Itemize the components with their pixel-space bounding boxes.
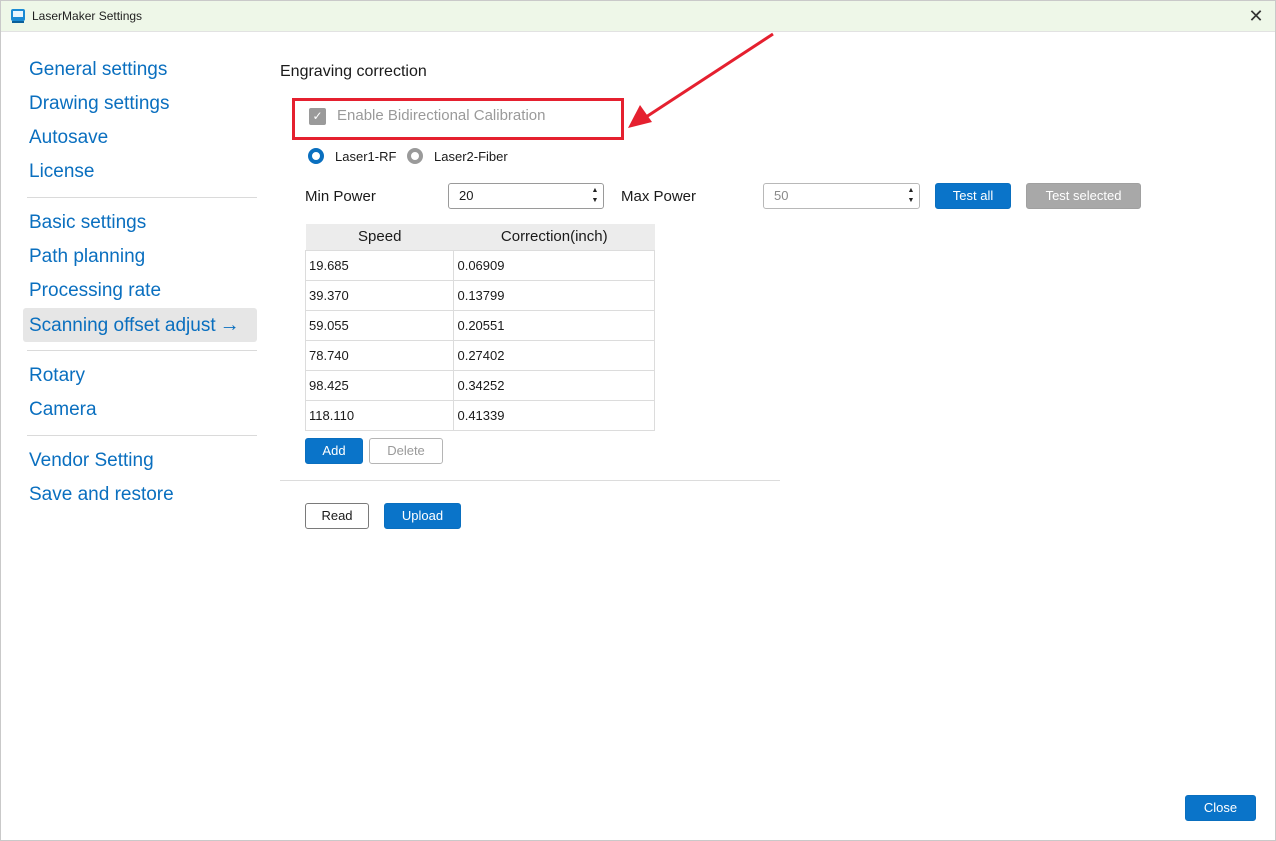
min-power-value: 20	[459, 188, 474, 203]
stepper-arrows-icon[interactable]: ▲ ▼	[906, 186, 916, 206]
max-power-value: 50	[774, 188, 789, 203]
laser2-fiber-label: Laser2-Fiber	[434, 149, 508, 164]
close-button[interactable]: Close	[1185, 795, 1256, 821]
correction-cell[interactable]: 0.06909	[453, 249, 655, 281]
laser1-rf-radio[interactable]	[308, 148, 324, 164]
correction-cell[interactable]: 0.13799	[453, 279, 655, 311]
table-row[interactable]: 78.740 0.27402	[304, 339, 655, 371]
test-selected-button[interactable]: Test selected	[1026, 183, 1141, 209]
test-all-button[interactable]: Test all	[935, 183, 1011, 209]
table-row[interactable]: 19.685 0.06909	[304, 249, 655, 281]
speed-cell[interactable]: 118.110	[304, 399, 455, 431]
correction-table: Speed Correction(inch) 19.685 0.06909 39…	[304, 224, 655, 431]
stepper-arrows-icon[interactable]: ▲ ▼	[590, 186, 600, 206]
max-power-label: Max Power	[621, 188, 697, 205]
min-power-label: Min Power	[305, 188, 376, 205]
laser2-fiber-radio[interactable]	[407, 148, 423, 164]
speed-cell[interactable]: 39.370	[304, 279, 455, 311]
laser1-rf-label: Laser1-RF	[335, 149, 397, 164]
table-row[interactable]: 98.425 0.34252	[304, 369, 655, 401]
delete-button[interactable]: Delete	[369, 438, 443, 464]
correction-cell[interactable]: 0.34252	[453, 369, 655, 401]
section-divider	[280, 480, 780, 481]
read-button[interactable]: Read	[305, 503, 369, 529]
speed-cell[interactable]: 59.055	[304, 309, 455, 341]
upload-button[interactable]: Upload	[384, 503, 461, 529]
min-power-stepper[interactable]: 20 ▲ ▼	[448, 183, 604, 209]
table-row[interactable]: 118.110 0.41339	[304, 399, 655, 431]
settings-window: LaserMaker Settings ✕ General settings D…	[0, 0, 1276, 841]
speed-cell[interactable]: 78.740	[304, 339, 455, 371]
max-power-stepper[interactable]: 50 ▲ ▼	[763, 183, 920, 209]
correction-cell[interactable]: 0.20551	[453, 309, 655, 341]
correction-cell[interactable]: 0.41339	[453, 399, 655, 431]
column-header-speed[interactable]: Speed	[305, 224, 454, 250]
table-header-row: Speed Correction(inch)	[305, 224, 655, 250]
column-header-correction[interactable]: Correction(inch)	[453, 224, 655, 250]
speed-cell[interactable]: 19.685	[304, 249, 455, 281]
table-row[interactable]: 59.055 0.20551	[304, 309, 655, 341]
correction-cell[interactable]: 0.27402	[453, 339, 655, 371]
table-row[interactable]: 39.370 0.13799	[304, 279, 655, 311]
add-button[interactable]: Add	[305, 438, 363, 464]
speed-cell[interactable]: 98.425	[304, 369, 455, 401]
